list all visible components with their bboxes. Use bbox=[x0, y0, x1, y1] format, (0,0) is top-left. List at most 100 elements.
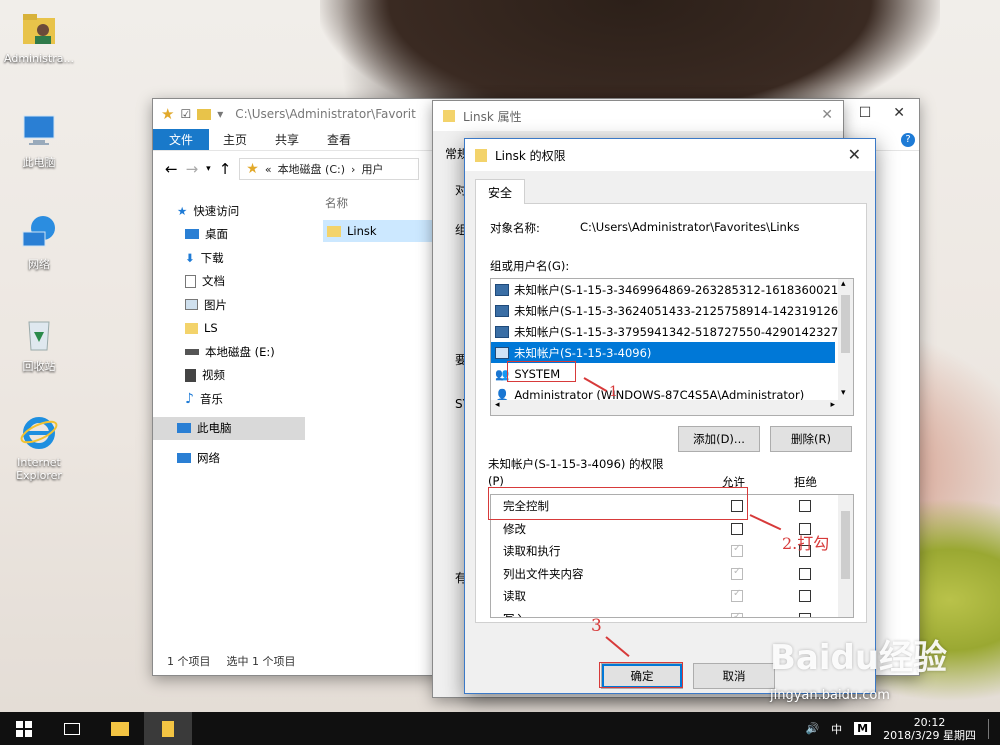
breadcrumb-separator: › bbox=[351, 162, 356, 176]
add-button[interactable]: 添加(D)... bbox=[678, 426, 760, 452]
help-icon[interactable]: ? bbox=[901, 133, 915, 147]
back-arrow-icon[interactable]: ← bbox=[165, 160, 178, 178]
address-bar[interactable]: ★ « 本地磁盘 (C:) › 用户 bbox=[239, 158, 420, 180]
desktop-icon-label: 此电脑 bbox=[22, 156, 56, 169]
drive-icon bbox=[185, 348, 199, 355]
allow-checkbox-write bbox=[731, 611, 743, 617]
recycle-bin-icon bbox=[19, 314, 59, 354]
ime-indicator[interactable]: 中 bbox=[831, 721, 842, 737]
scroll-left-icon[interactable]: ◂ bbox=[495, 400, 500, 410]
nav-this-pc[interactable]: 此电脑 bbox=[153, 416, 305, 440]
star-icon[interactable]: ★ bbox=[161, 105, 174, 123]
user-list[interactable]: 未知帐户(S-1-15-3-3469964869-263285312-16183… bbox=[490, 278, 854, 416]
nav-quick-access[interactable]: ★ 快速访问 bbox=[153, 199, 305, 223]
cancel-button[interactable]: 取消 bbox=[693, 663, 775, 689]
up-arrow-icon[interactable]: ↑ bbox=[219, 160, 232, 178]
file-explorer-taskbar-button[interactable] bbox=[96, 712, 144, 745]
permission-list-vscroll[interactable] bbox=[838, 495, 853, 617]
network-icon bbox=[19, 212, 59, 252]
scroll-up-icon[interactable]: ▴ bbox=[841, 279, 846, 289]
permission-name: 写入 bbox=[503, 611, 526, 617]
close-icon[interactable]: ✕ bbox=[893, 105, 905, 121]
desktop-icon-internet-explorer[interactable]: Internet Explorer bbox=[2, 412, 76, 482]
clock-time: 20:12 bbox=[913, 715, 946, 729]
deny-header: 拒绝 bbox=[794, 475, 817, 489]
tab-security[interactable]: 安全 bbox=[475, 179, 525, 204]
nav-pictures[interactable]: 图片 bbox=[153, 293, 305, 317]
permissions-titlebar: Linsk 的权限 bbox=[465, 139, 875, 171]
taskbar: 🔊 中 M 20:12 2018/3/29 星期四 bbox=[0, 712, 1000, 745]
deny-checkbox-write[interactable] bbox=[799, 612, 811, 617]
desktop-icon-recycle-bin[interactable]: 回收站 bbox=[2, 314, 76, 374]
folder-icon[interactable] bbox=[197, 108, 212, 120]
notification-icon[interactable] bbox=[988, 718, 994, 739]
user-list-item-selected[interactable]: 未知帐户(S-1-15-3-4096) bbox=[491, 342, 835, 363]
allow-checkbox-list-folder bbox=[731, 566, 743, 580]
forward-arrow-icon[interactable]: → bbox=[186, 160, 199, 178]
computer-icon bbox=[19, 110, 59, 150]
ime-mode-indicator[interactable]: M bbox=[854, 722, 872, 735]
scroll-thumb[interactable] bbox=[841, 295, 850, 353]
desktop-icon-administrator[interactable]: Administra... bbox=[2, 8, 76, 65]
picture-icon bbox=[185, 299, 198, 311]
allow-checkbox-modify[interactable] bbox=[731, 522, 743, 535]
recent-dropdown-icon[interactable]: ▾ bbox=[206, 164, 211, 174]
nav-network[interactable]: 网络 bbox=[153, 446, 305, 470]
file-list-item[interactable]: Linsk bbox=[323, 220, 433, 242]
user-list-vscroll[interactable]: ▴ ▾ bbox=[838, 279, 853, 400]
user-list-item[interactable]: 未知帐户(S-1-15-3-3469964869-263285312-16183… bbox=[491, 279, 853, 300]
permission-name: 读取和执行 bbox=[503, 544, 561, 559]
start-button[interactable] bbox=[0, 712, 48, 745]
scroll-thumb[interactable] bbox=[841, 511, 850, 579]
nav-label: 下载 bbox=[200, 250, 224, 265]
baidu-watermark: Baidu经验 bbox=[770, 638, 948, 678]
column-header-name[interactable]: 名称 bbox=[325, 195, 348, 211]
breadcrumb-overflow[interactable]: « bbox=[265, 163, 272, 176]
close-icon[interactable]: ✕ bbox=[848, 145, 861, 164]
deny-checkbox-full-control[interactable] bbox=[799, 500, 811, 512]
document-icon bbox=[185, 274, 196, 288]
folder-icon bbox=[475, 148, 487, 162]
ribbon-file-tab[interactable]: 文件 bbox=[153, 129, 209, 150]
download-icon: ⬇ bbox=[185, 250, 195, 265]
nav-videos[interactable]: 视频 bbox=[153, 364, 305, 388]
star-icon: ★ bbox=[177, 203, 188, 218]
ribbon-tab-share[interactable]: 共享 bbox=[261, 129, 313, 150]
nav-label: 网络 bbox=[197, 450, 220, 465]
nav-downloads[interactable]: ⬇ 下载 bbox=[153, 246, 305, 270]
user-list-item[interactable]: 未知帐户(S-1-15-3-3624051433-2125758914-1423… bbox=[491, 300, 853, 321]
properties-icon[interactable]: ☑ bbox=[180, 107, 191, 121]
nav-music[interactable]: ♪ 音乐 bbox=[153, 387, 305, 411]
permission-name: 列出文件夹内容 bbox=[503, 566, 584, 581]
ribbon-tab-home[interactable]: 主页 bbox=[209, 129, 261, 150]
task-view-button[interactable] bbox=[48, 712, 96, 745]
dropdown-icon[interactable]: ▾ bbox=[217, 107, 223, 121]
nav-desktop[interactable]: 桌面 bbox=[153, 223, 305, 247]
nav-documents[interactable]: 文档 bbox=[153, 270, 305, 294]
desktop-icon-this-pc[interactable]: 此电脑 bbox=[2, 110, 76, 170]
unknown-account-icon bbox=[495, 346, 509, 359]
nav-drive-e[interactable]: 本地磁盘 (E:) bbox=[153, 340, 305, 364]
user-list-item[interactable]: 未知帐户(S-1-15-3-3795941342-518727550-42901… bbox=[491, 321, 853, 342]
speaker-icon[interactable]: 🔊 bbox=[805, 722, 819, 735]
deny-checkbox-list-folder[interactable] bbox=[799, 567, 811, 580]
remove-button[interactable]: 删除(R) bbox=[770, 426, 852, 452]
deny-checkbox-read[interactable] bbox=[799, 590, 811, 602]
breadcrumb-folder[interactable]: 用户 bbox=[361, 161, 383, 177]
annotation-box-system bbox=[507, 361, 576, 382]
nav-ls[interactable]: LS bbox=[153, 317, 305, 341]
maximize-icon[interactable]: ☐ bbox=[859, 105, 872, 121]
clock[interactable]: 20:12 2018/3/29 星期四 bbox=[883, 716, 976, 742]
explorer-path: C:\Users\Administrator\Favorit bbox=[235, 107, 416, 121]
scroll-right-icon[interactable]: ▸ bbox=[830, 400, 835, 410]
ribbon-tab-view[interactable]: 查看 bbox=[313, 129, 365, 150]
close-icon[interactable]: ✕ bbox=[821, 107, 833, 123]
annotation-step-2: 2.打勾 bbox=[782, 534, 830, 553]
active-window-taskbar-button[interactable] bbox=[144, 712, 192, 745]
scroll-down-icon[interactable]: ▾ bbox=[841, 388, 846, 398]
user-list-hscroll[interactable]: ◂ ▸ bbox=[491, 400, 853, 415]
annotation-step-1: 1 bbox=[609, 384, 618, 400]
nav-label: 视频 bbox=[202, 368, 225, 383]
breadcrumb-drive[interactable]: 本地磁盘 (C:) bbox=[278, 161, 345, 177]
desktop-icon-network[interactable]: 网络 bbox=[2, 212, 76, 272]
